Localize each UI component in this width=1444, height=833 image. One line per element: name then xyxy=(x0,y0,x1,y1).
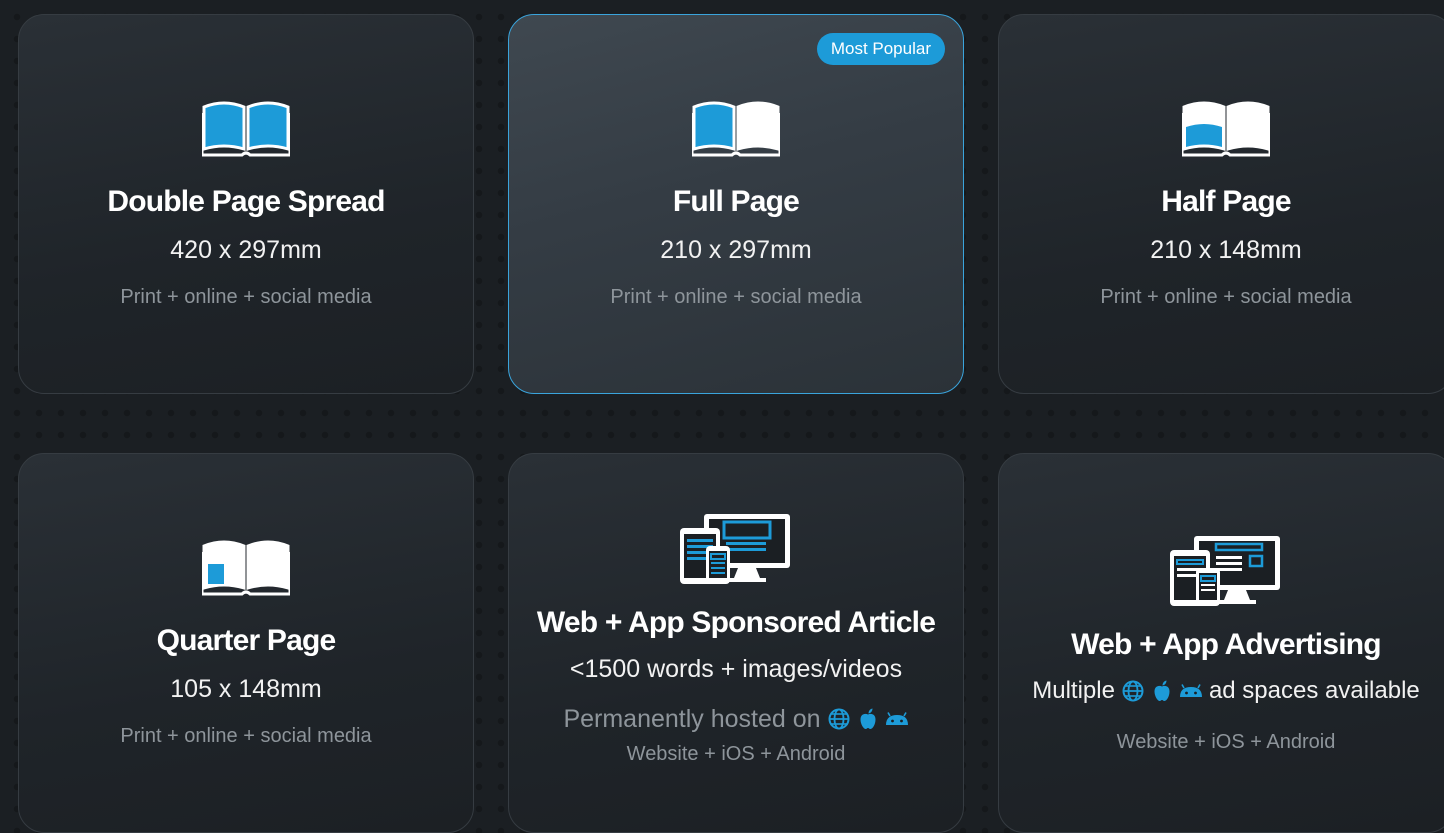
card-channels: Print + online + social media xyxy=(120,286,372,308)
ad-spaces-prefix: Multiple xyxy=(1032,677,1115,704)
card-platforms: Website + iOS + Android xyxy=(626,743,846,765)
card-size: 210 x 297mm xyxy=(660,236,812,264)
card-title: Half Page xyxy=(1161,185,1291,218)
card-size: 105 x 148mm xyxy=(170,675,322,703)
card-title: Full Page xyxy=(672,185,800,218)
devices-icon xyxy=(1170,536,1280,606)
hosted-platforms-line: Permanently hosted on xyxy=(563,704,908,734)
android-icon xyxy=(885,712,908,725)
apple-icon xyxy=(860,708,876,729)
book-double-page-icon xyxy=(202,101,290,157)
most-popular-badge: Most Popular xyxy=(816,33,945,65)
card-platforms: Website + iOS + Android xyxy=(1116,731,1336,753)
card-size: 420 x 297mm xyxy=(170,236,322,264)
card-size: 210 x 148mm xyxy=(1150,236,1302,264)
card-title: Double Page Spread xyxy=(107,185,385,218)
card-channels: Print + online + social media xyxy=(1100,286,1352,308)
ad-option-card-full-page[interactable]: Most Popular Full Page 210 x 297mm Print… xyxy=(508,14,964,394)
globe-icon xyxy=(828,708,850,730)
card-title: Web + App Sponsored Article xyxy=(536,606,936,639)
card-title: Quarter Page xyxy=(156,624,337,657)
devices-icon xyxy=(680,514,790,584)
platform-icons xyxy=(827,707,909,731)
globe-icon xyxy=(1122,680,1144,702)
card-title: Web + App Advertising xyxy=(1071,628,1381,661)
android-icon xyxy=(1179,684,1202,697)
ad-option-card-web-app-advertising[interactable]: Web + App Advertising Multiple ad spaces… xyxy=(998,453,1444,833)
ad-option-card-sponsored-article[interactable]: Web + App Sponsored Article <1500 words … xyxy=(508,453,964,833)
book-full-page-icon xyxy=(692,101,780,157)
card-size: <1500 words + images/videos xyxy=(569,655,903,683)
ad-option-card-quarter-page[interactable]: Quarter Page 105 x 148mm Print + online … xyxy=(18,453,474,833)
platform-icons xyxy=(1121,679,1203,703)
ad-option-card-half-page[interactable]: Half Page 210 x 148mm Print + online + s… xyxy=(998,14,1444,394)
apple-icon xyxy=(1154,680,1170,701)
ad-option-card-double-page-spread[interactable]: Double Page Spread 420 x 297mm Print + o… xyxy=(18,14,474,394)
ad-spaces-line: Multiple ad spaces available xyxy=(1032,676,1420,706)
card-channels: Print + online + social media xyxy=(610,286,862,308)
hosted-label: Permanently hosted on xyxy=(563,705,821,733)
ad-spaces-suffix: ad spaces available xyxy=(1208,677,1420,704)
book-quarter-page-icon xyxy=(202,540,290,596)
card-channels: Print + online + social media xyxy=(120,725,372,747)
book-half-page-icon xyxy=(1182,101,1270,157)
